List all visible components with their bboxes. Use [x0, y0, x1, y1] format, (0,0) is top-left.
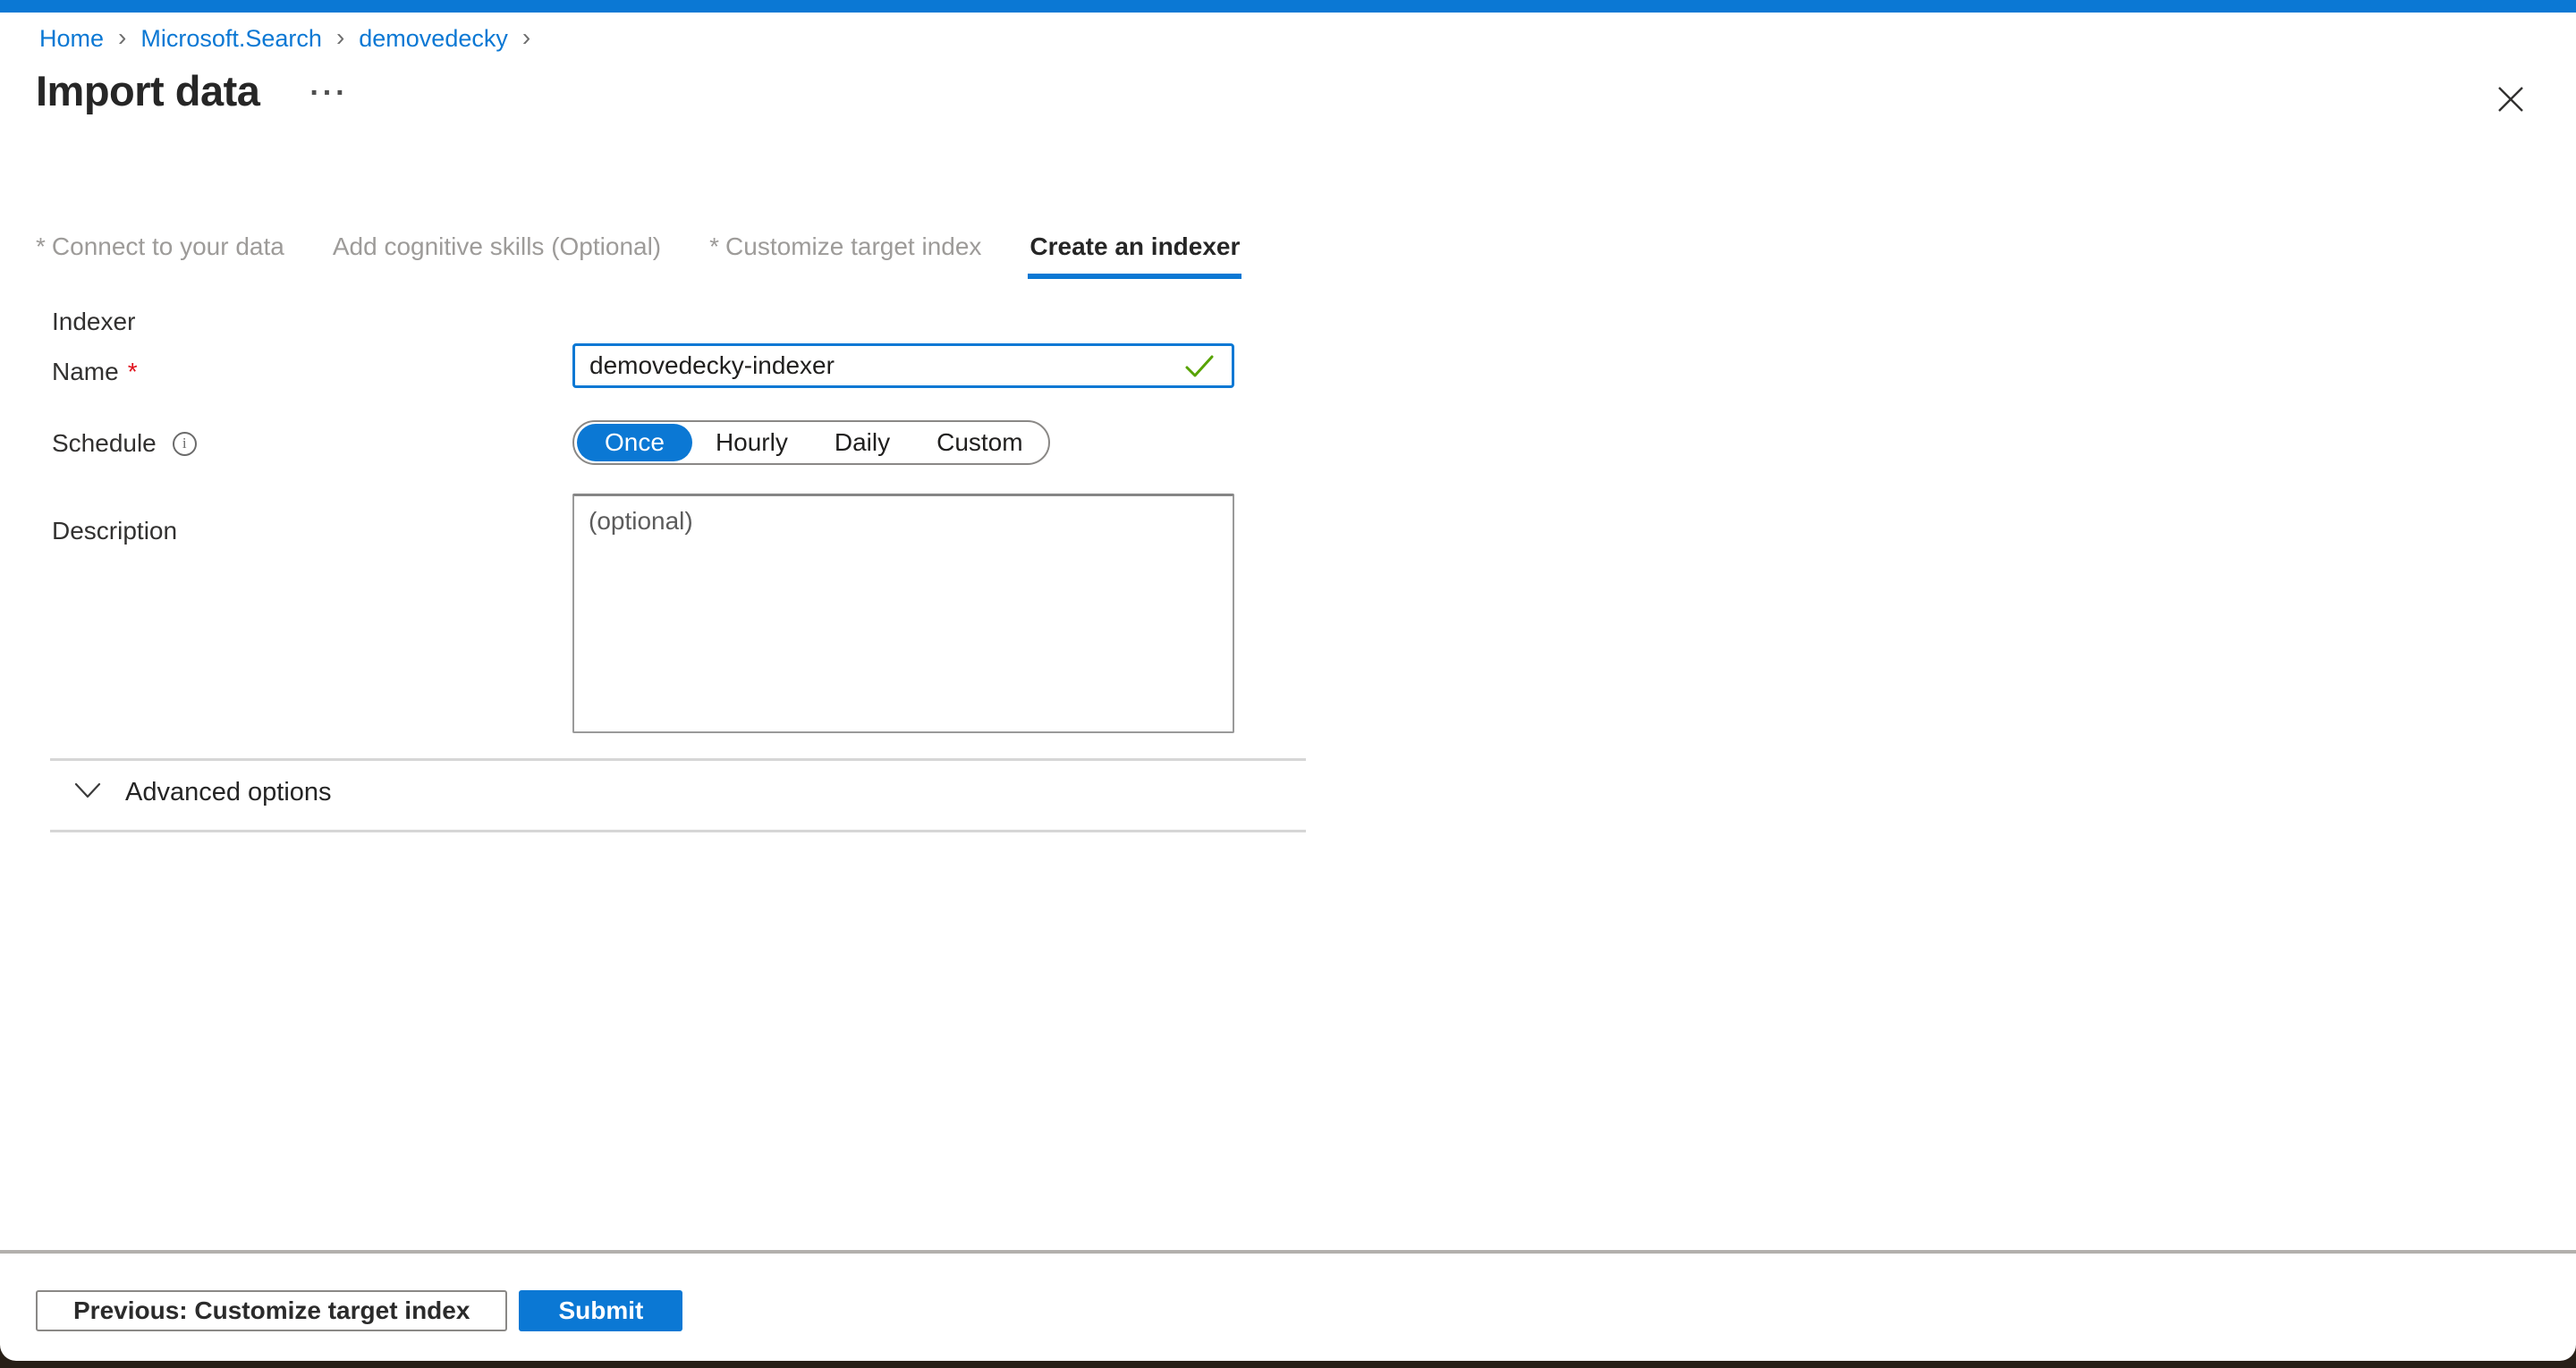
valid-checkmark-icon — [1184, 354, 1215, 384]
wizard-tabs: *Connect to your data Add cognitive skil… — [36, 232, 1240, 261]
schedule-pill-group: Once Hourly Daily Custom — [572, 420, 1050, 465]
tab-label: Create an indexer — [1030, 232, 1240, 260]
name-label-text: Name — [52, 358, 119, 386]
more-options-icon[interactable]: ··· — [309, 76, 348, 111]
tab-connect-to-your-data[interactable]: *Connect to your data — [36, 232, 284, 261]
breadcrumb: Home › Microsoft.Search › demovedecky › — [39, 25, 530, 53]
tab-customize-target-index[interactable]: *Customize target index — [709, 232, 981, 261]
schedule-option-hourly[interactable]: Hourly — [692, 422, 811, 463]
required-asterisk: * — [128, 358, 138, 386]
required-marker: * — [709, 232, 719, 260]
tab-create-an-indexer[interactable]: Create an indexer — [1030, 232, 1240, 261]
chevron-right-icon: › — [118, 23, 126, 52]
chevron-right-icon: › — [522, 23, 530, 52]
chevron-down-icon — [73, 781, 102, 804]
schedule-option-daily[interactable]: Daily — [811, 422, 913, 463]
tab-add-cognitive-skills[interactable]: Add cognitive skills (Optional) — [333, 232, 661, 261]
schedule-option-custom[interactable]: Custom — [913, 422, 1046, 463]
info-icon[interactable]: i — [173, 432, 197, 456]
schedule-label-text: Schedule — [52, 429, 157, 458]
schedule-option-once[interactable]: Once — [577, 424, 692, 461]
azure-top-bar — [0, 0, 2576, 13]
breadcrumb-link-demovedecky[interactable]: demovedecky — [359, 25, 508, 53]
breadcrumb-link-home[interactable]: Home — [39, 25, 104, 53]
tab-label: Customize target index — [725, 232, 981, 260]
required-marker: * — [36, 232, 46, 260]
description-label: Description — [52, 517, 177, 545]
schedule-label: Schedule i — [52, 429, 197, 458]
advanced-options-label: Advanced options — [125, 778, 332, 807]
breadcrumb-link-microsoft-search[interactable]: Microsoft.Search — [140, 25, 322, 53]
tab-label: Connect to your data — [52, 232, 284, 260]
submit-button[interactable]: Submit — [519, 1290, 682, 1331]
close-icon[interactable] — [2494, 82, 2528, 116]
indexer-section-title: Indexer — [52, 308, 135, 336]
previous-button[interactable]: Previous: Customize target index — [36, 1290, 507, 1331]
page-header: Import data ··· — [36, 66, 348, 115]
content-sheet: Home › Microsoft.Search › demovedecky › … — [0, 0, 2576, 1361]
description-label-text: Description — [52, 517, 177, 545]
divider — [50, 758, 1306, 761]
indexer-name-input[interactable] — [572, 343, 1234, 388]
tab-label: Add cognitive skills (Optional) — [333, 232, 661, 260]
advanced-options-toggle[interactable]: Advanced options — [73, 778, 332, 807]
chevron-right-icon: › — [336, 23, 344, 52]
divider — [50, 830, 1306, 832]
page-title: Import data — [36, 66, 259, 115]
import-data-page: Home › Microsoft.Search › demovedecky › … — [0, 0, 2576, 1368]
name-label: Name * — [52, 358, 138, 386]
description-textarea[interactable] — [572, 494, 1234, 733]
footer-buttons: Previous: Customize target index Submit — [36, 1290, 682, 1331]
footer-divider — [0, 1250, 2576, 1254]
